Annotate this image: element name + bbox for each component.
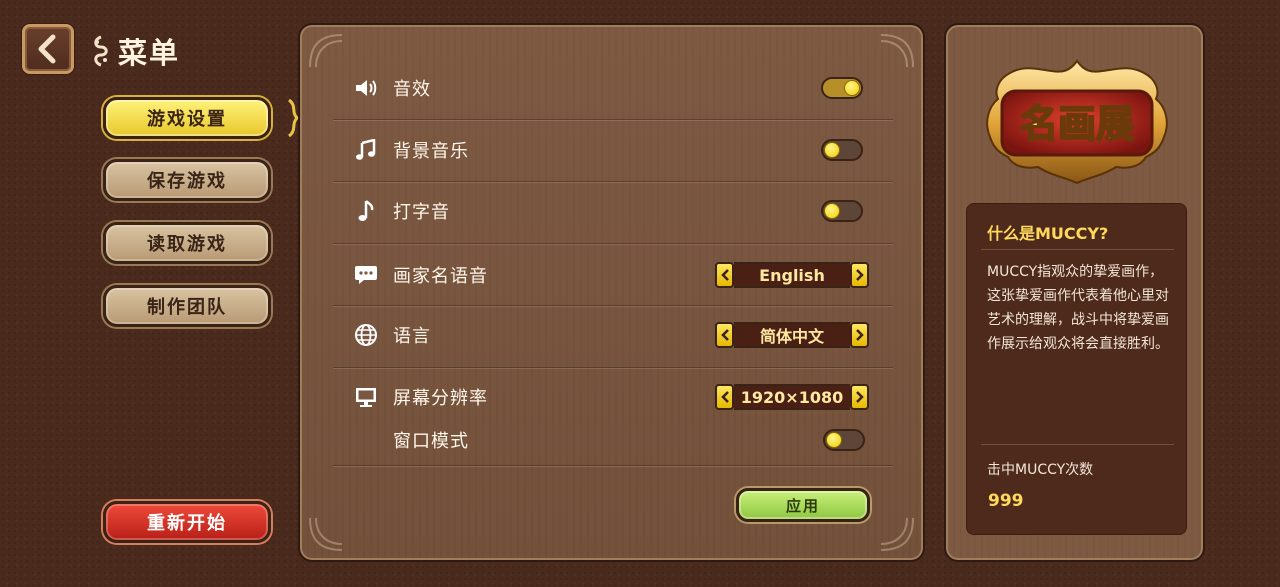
painter-voice-label: 画家名语音 bbox=[393, 266, 488, 287]
corner-ornament-icon bbox=[880, 34, 914, 68]
divider bbox=[333, 119, 893, 120]
setting-row-sound-effects: 音效 bbox=[333, 75, 893, 101]
divider bbox=[981, 444, 1174, 445]
sound-effects-label: 音效 bbox=[393, 79, 431, 100]
setting-row-painter-voice: 画家名语音 English bbox=[333, 262, 893, 288]
restart-button[interactable]: 重新开始 bbox=[103, 501, 271, 543]
hits-label: 击中MUCCY次数 bbox=[987, 462, 1094, 478]
chevron-right-icon bbox=[855, 391, 864, 403]
painter-voice-prev-button[interactable] bbox=[715, 262, 734, 288]
apply-label: 应用 bbox=[785, 496, 820, 515]
scroll-ornament-icon bbox=[94, 35, 108, 67]
painter-voice-selector: English bbox=[715, 262, 869, 288]
setting-row-bgm: 背景音乐 bbox=[333, 137, 893, 163]
apply-button[interactable]: 应用 bbox=[736, 488, 870, 522]
setting-row-language: 语言 简体中文 bbox=[333, 322, 893, 348]
resolution-next-button[interactable] bbox=[850, 384, 869, 410]
toggle-knob bbox=[844, 80, 860, 96]
divider bbox=[333, 465, 893, 466]
nav-load-game[interactable]: 读取游戏 bbox=[103, 222, 271, 264]
corner-ornament-icon bbox=[880, 517, 914, 551]
page-title: 菜单 bbox=[118, 36, 181, 70]
bgm-toggle[interactable] bbox=[821, 139, 863, 161]
sound-effects-toggle[interactable] bbox=[821, 77, 863, 99]
logo-text: 名画展 bbox=[1020, 102, 1134, 146]
music-notes-icon bbox=[353, 137, 379, 163]
menu-header: 菜单 bbox=[92, 30, 180, 72]
resolution-selector: 1920×1080 bbox=[715, 384, 869, 410]
painter-voice-next-button[interactable] bbox=[850, 262, 869, 288]
painter-voice-value: English bbox=[734, 262, 850, 288]
nav-save-game-label: 保存游戏 bbox=[147, 171, 227, 192]
resolution-label: 屏幕分辨率 bbox=[393, 388, 488, 409]
window-mode-label: 窗口模式 bbox=[393, 431, 469, 452]
language-prev-button[interactable] bbox=[715, 322, 734, 348]
speech-bubble-icon bbox=[353, 262, 379, 288]
corner-ornament-icon bbox=[309, 34, 343, 68]
info-description: MUCCY指观众的挚爱画作，这张挚爱画作代表着他心里对艺术的理解，战斗中将挚爱画… bbox=[987, 264, 1169, 352]
game-logo: 名画展 bbox=[980, 57, 1174, 187]
info-panel: 名画展 什么是MUCCY? MUCCY指观众的挚爱画作，这张挚爱画作代表着他心里… bbox=[944, 23, 1205, 562]
window-mode-toggle[interactable] bbox=[823, 429, 865, 451]
chevron-left-icon bbox=[720, 329, 729, 341]
toggle-knob bbox=[824, 142, 840, 158]
corner-ornament-icon bbox=[309, 517, 343, 551]
language-selector: 简体中文 bbox=[715, 322, 869, 348]
language-next-button[interactable] bbox=[850, 322, 869, 348]
nav-credits[interactable]: 制作团队 bbox=[103, 285, 271, 327]
music-note-icon bbox=[353, 198, 379, 224]
toggle-knob bbox=[826, 432, 842, 448]
chevron-left-icon bbox=[720, 269, 729, 281]
monitor-icon bbox=[353, 384, 379, 410]
divider bbox=[981, 249, 1174, 250]
typing-sound-toggle[interactable] bbox=[821, 200, 863, 222]
nav-load-game-label: 读取游戏 bbox=[147, 234, 227, 255]
toggle-knob bbox=[824, 203, 840, 219]
typing-sound-label: 打字音 bbox=[393, 202, 450, 223]
divider bbox=[333, 243, 893, 244]
restart-label: 重新开始 bbox=[147, 513, 227, 534]
nav-save-game[interactable]: 保存游戏 bbox=[103, 159, 271, 201]
info-title: 什么是MUCCY? bbox=[987, 224, 1109, 243]
setting-row-typing-sound: 打字音 bbox=[333, 198, 893, 224]
bgm-label: 背景音乐 bbox=[393, 141, 469, 162]
chevron-right-icon bbox=[855, 329, 864, 341]
resolution-prev-button[interactable] bbox=[715, 384, 734, 410]
globe-icon bbox=[353, 322, 379, 348]
chevron-left-icon bbox=[720, 391, 729, 403]
chevron-left-icon bbox=[38, 34, 56, 64]
divider bbox=[333, 181, 893, 182]
divider bbox=[333, 367, 893, 368]
speaker-icon bbox=[353, 75, 379, 101]
hits-value: 999 bbox=[988, 491, 1024, 511]
setting-row-window-mode: 窗口模式 bbox=[333, 427, 893, 453]
resolution-value: 1920×1080 bbox=[734, 384, 850, 410]
language-value: 简体中文 bbox=[734, 322, 850, 348]
muccy-info-box: 什么是MUCCY? MUCCY指观众的挚爱画作，这张挚爱画作代表着他心里对艺术的… bbox=[966, 203, 1187, 535]
chevron-right-icon bbox=[855, 269, 864, 281]
settings-panel: 音效 背景音乐 打字音 画家名语音 English 语言 简体中文 屏幕分辨率 … bbox=[298, 23, 925, 562]
nav-credits-label: 制作团队 bbox=[147, 297, 227, 318]
setting-row-resolution: 屏幕分辨率 1920×1080 bbox=[333, 384, 893, 410]
divider bbox=[333, 305, 893, 306]
language-label: 语言 bbox=[393, 326, 431, 347]
back-button[interactable] bbox=[22, 24, 74, 74]
nav-game-settings[interactable]: 游戏设置 bbox=[103, 97, 271, 139]
row-icon-spacer bbox=[353, 427, 379, 453]
nav-game-settings-label: 游戏设置 bbox=[147, 109, 227, 130]
